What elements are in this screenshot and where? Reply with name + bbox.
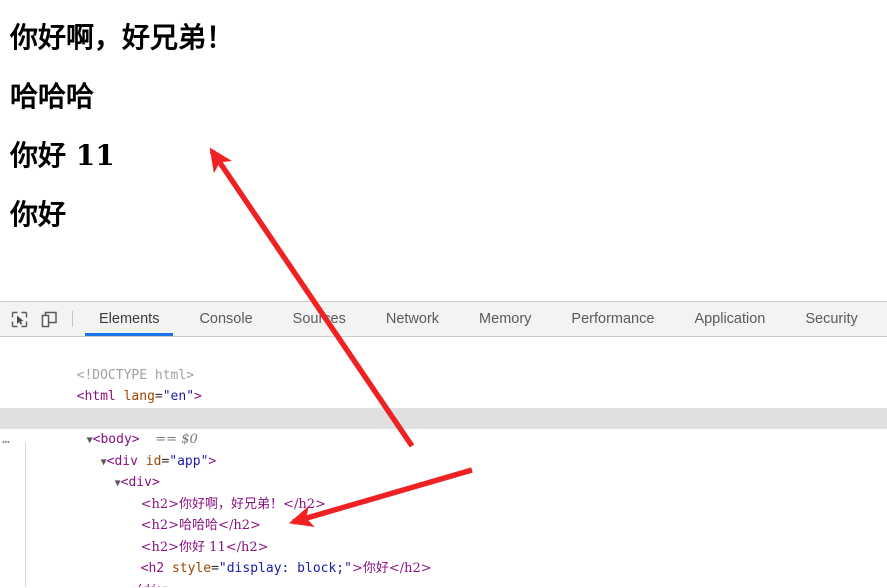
browser-window: 你好啊，好兄弟！ 哈哈哈 你好 11 你好 Elements Console S… bbox=[0, 0, 887, 588]
page-heading-3: 你好 11 bbox=[10, 138, 115, 172]
page-viewport: 你好啊，好兄弟！ 哈哈哈 你好 11 你好 bbox=[0, 0, 887, 301]
dom-row-html[interactable]: <html lang="en"> bbox=[0, 365, 887, 404]
tab-security[interactable]: Security bbox=[785, 302, 877, 336]
dom-row-div-inner-close[interactable]: </div> bbox=[0, 558, 887, 588]
page-heading-2: 哈哈哈 bbox=[10, 79, 95, 113]
tab-performance[interactable]: Performance bbox=[551, 302, 674, 336]
dom-row-truncated[interactable]: … bbox=[0, 580, 887, 588]
dom-row-h2-1[interactable]: <h2>你好啊，好兄弟！</h2> bbox=[0, 472, 887, 512]
dom-row-h2-2[interactable]: <h2>哈哈哈</h2> bbox=[0, 494, 887, 533]
tab-application[interactable]: Application bbox=[674, 302, 785, 336]
tab-elements[interactable]: Elements bbox=[79, 302, 179, 336]
page-heading-4: 你好 bbox=[10, 197, 67, 231]
tab-memory[interactable]: Memory bbox=[459, 302, 551, 336]
dom-row-head[interactable]: ▶ <head>…</head> bbox=[0, 386, 887, 426]
dom-row-body[interactable]: … ▼<body> == $0 bbox=[0, 407, 887, 447]
tab-lighthouse[interactable]: Lightho bbox=[878, 302, 887, 336]
devtools-toolbar: Elements Console Sources Network Memory … bbox=[0, 302, 887, 337]
dom-row-doctype[interactable]: <!DOCTYPE html> bbox=[0, 343, 887, 383]
dom-row-div-app[interactable]: ▼<div id="app"> bbox=[0, 429, 887, 469]
tab-network[interactable]: Network bbox=[366, 302, 459, 336]
dom-row-h2-3[interactable]: <h2>你好 11</h2> bbox=[0, 515, 887, 555]
page-heading-1: 你好啊，好兄弟！ bbox=[10, 20, 235, 54]
device-toolbar-icon[interactable] bbox=[34, 302, 64, 336]
inspect-element-icon[interactable] bbox=[4, 302, 34, 336]
devtools-tab-bar: Elements Console Sources Network Memory … bbox=[79, 302, 887, 336]
tab-sources[interactable]: Sources bbox=[273, 302, 366, 336]
tab-console[interactable]: Console bbox=[179, 302, 272, 336]
dom-tree[interactable]: <!DOCTYPE html> <html lang="en"> ▶ <head… bbox=[0, 337, 887, 587]
dom-row-div-inner[interactable]: ▼<div> bbox=[0, 451, 887, 490]
app-container: 你好啊，好兄弟！ 哈哈哈 你好 11 你好 bbox=[0, 0, 887, 244]
devtools-panel: Elements Console Sources Network Memory … bbox=[0, 301, 887, 588]
toolbar-divider bbox=[72, 311, 73, 327]
dom-row-h2-4[interactable]: <h2 style="display: block;">你好</h2> bbox=[0, 537, 887, 576]
